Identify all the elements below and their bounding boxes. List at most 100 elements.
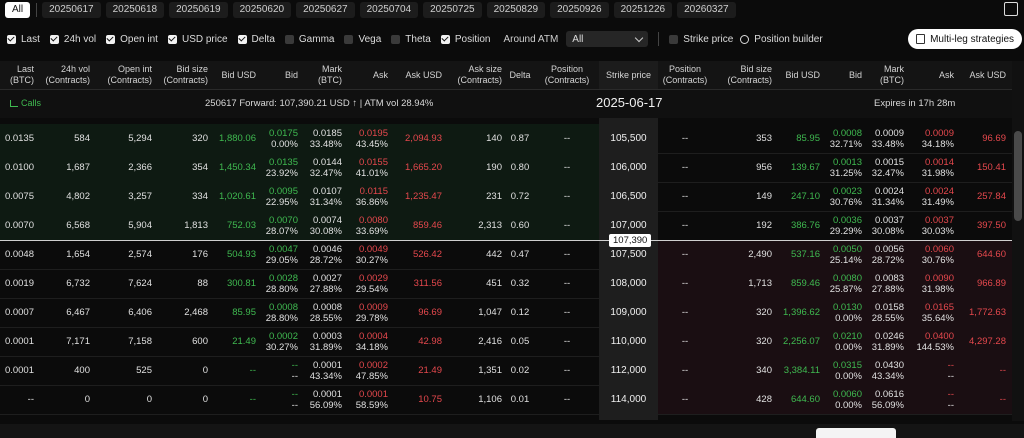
bid-usd-cell[interactable]: 1,020.61	[208, 182, 256, 211]
bid-cell[interactable]: -- --	[256, 356, 298, 385]
position-cell[interactable]: --	[538, 298, 596, 327]
open-interest-cell[interactable]: 5,904	[90, 211, 152, 240]
bid-size-cell[interactable]: 88	[152, 269, 208, 298]
column-toggle[interactable]: Delta	[237, 34, 275, 45]
bid-size-cell[interactable]: 0	[152, 356, 208, 385]
checkbox[interactable]	[106, 34, 116, 44]
ask-size-cell[interactable]: 2,313	[442, 211, 502, 240]
open-interest-cell[interactable]: 2,574	[90, 240, 152, 269]
put-ask-usd-cell[interactable]: 644.60	[954, 240, 1006, 269]
put-bid-cell[interactable]: 0.0023 30.76%	[818, 182, 862, 211]
ask-size-cell[interactable]: 451	[442, 269, 502, 298]
strike-price-cell[interactable]: 110,000	[599, 327, 658, 356]
put-bid-size-cell[interactable]: 428	[712, 385, 772, 414]
checkbox[interactable]	[344, 34, 354, 44]
put-bid-usd-cell[interactable]: 247.10	[772, 182, 820, 211]
open-interest-cell[interactable]: 5,294	[90, 124, 152, 153]
put-ask-usd-cell[interactable]: 1,772.63	[954, 298, 1006, 327]
volume-cell[interactable]: 0	[34, 385, 90, 414]
checkbox[interactable]	[284, 34, 294, 44]
put-bid-cell[interactable]: 0.0060 0.00%	[818, 385, 862, 414]
put-position-cell[interactable]: --	[658, 124, 712, 153]
open-interest-cell[interactable]: 2,366	[90, 153, 152, 182]
mark-cell[interactable]: 0.0008 28.55%	[298, 298, 342, 327]
volume-cell[interactable]: 6,568	[34, 211, 90, 240]
bid-size-cell[interactable]: 1,813	[152, 211, 208, 240]
expiry-chip[interactable]: 20250617	[42, 2, 101, 18]
mark-cell[interactable]: 0.0107 31.34%	[298, 182, 342, 211]
last-cell[interactable]: 0.0070	[0, 211, 34, 240]
position-cell[interactable]: --	[538, 153, 596, 182]
volume-cell[interactable]: 4,802	[34, 182, 90, 211]
put-bid-size-cell[interactable]: 320	[712, 298, 772, 327]
column-toggle[interactable]: USD price	[167, 34, 228, 45]
volume-cell[interactable]: 6,467	[34, 298, 90, 327]
table-row[interactable]: 0.0070 6,568 5,904 1,813 752.03 0.0070 28.07% 0…	[0, 211, 1012, 241]
put-mark-cell[interactable]: 0.0430 43.34%	[862, 356, 904, 385]
put-ask-cell[interactable]: 0.0037 30.03%	[904, 211, 954, 240]
ask-usd-cell[interactable]: 96.69	[388, 298, 442, 327]
put-mark-cell[interactable]: 0.0246 31.89%	[862, 327, 904, 356]
delta-cell[interactable]: 0.72	[502, 182, 538, 211]
put-bid-size-cell[interactable]: 320	[712, 327, 772, 356]
put-mark-cell[interactable]: 0.0083 27.88%	[862, 269, 904, 298]
expiry-chip[interactable]: 20250619	[169, 2, 228, 18]
put-bid-usd-cell[interactable]: 139.67	[772, 153, 820, 182]
position-builder-button[interactable]: Position builder	[740, 34, 823, 45]
call-column-header[interactable]: Bid USD	[208, 61, 256, 89]
table-row[interactable]: 0.0100 1,687 2,366 354 1,450.34 0.0135 23.92% 0…	[0, 153, 1012, 183]
call-column-header[interactable]: Ask	[342, 61, 388, 89]
bid-usd-cell[interactable]: 1,880.06	[208, 124, 256, 153]
ask-size-cell[interactable]: 190	[442, 153, 502, 182]
column-toggle[interactable]: Theta	[391, 34, 431, 45]
ask-cell[interactable]: 0.0049 30.27%	[342, 240, 388, 269]
put-bid-usd-cell[interactable]: 3,384.11	[772, 356, 820, 385]
put-bid-cell[interactable]: 0.0315 0.00%	[818, 356, 862, 385]
delta-cell[interactable]: 0.01	[502, 385, 538, 414]
position-cell[interactable]: --	[538, 211, 596, 240]
checkbox[interactable]	[440, 34, 450, 44]
open-interest-cell[interactable]: 7,158	[90, 327, 152, 356]
expiry-chip[interactable]: 20250725	[423, 2, 482, 18]
strike-price-cell[interactable]: 106,000	[599, 153, 658, 182]
strike-price-header[interactable]: Strike price	[599, 61, 658, 89]
put-bid-size-cell[interactable]: 2,490	[712, 240, 772, 269]
last-cell[interactable]: 0.0001	[0, 327, 34, 356]
bid-usd-cell[interactable]: 504.93	[208, 240, 256, 269]
column-toggle[interactable]: Position	[440, 34, 490, 45]
open-interest-cell[interactable]: 7,624	[90, 269, 152, 298]
bid-cell[interactable]: 0.0002 30.27%	[256, 327, 298, 356]
bid-usd-cell[interactable]: --	[208, 356, 256, 385]
checkbox[interactable]	[237, 34, 247, 44]
ask-usd-cell[interactable]: 1,235.47	[388, 182, 442, 211]
ask-size-cell[interactable]: 442	[442, 240, 502, 269]
put-position-cell[interactable]: --	[658, 298, 712, 327]
put-mark-cell[interactable]: 0.0616 56.09%	[862, 385, 904, 414]
table-row[interactable]: 0.0135 584 5,294 320 1,880.06 0.0175 0.00% 0.01…	[0, 124, 1012, 154]
put-ask-cell[interactable]: 0.0400 144.53%	[904, 327, 954, 356]
table-row[interactable]: 0.0001 7,171 7,158 600 21.49 0.0002 30.27% 0.00…	[0, 327, 1012, 357]
ask-usd-cell[interactable]: 10.75	[388, 385, 442, 414]
put-ask-cell[interactable]: 0.0024 31.49%	[904, 182, 954, 211]
ask-cell[interactable]: 0.0001 58.59%	[342, 385, 388, 414]
put-bid-size-cell[interactable]: 956	[712, 153, 772, 182]
bid-usd-cell[interactable]: 21.49	[208, 327, 256, 356]
mark-cell[interactable]: 0.0185 33.48%	[298, 124, 342, 153]
delta-cell[interactable]: 0.05	[502, 327, 538, 356]
table-row[interactable]: 0.0075 4,802 3,257 334 1,020.61 0.0095 22.95% 0…	[0, 182, 1012, 212]
ask-cell[interactable]: 0.0002 47.85%	[342, 356, 388, 385]
bid-usd-cell[interactable]: 300.81	[208, 269, 256, 298]
strike-price-cell[interactable]: 106,500	[599, 182, 658, 211]
put-bid-usd-cell[interactable]: 644.60	[772, 385, 820, 414]
put-bid-size-cell[interactable]: 149	[712, 182, 772, 211]
put-position-cell[interactable]: --	[658, 211, 712, 240]
position-cell[interactable]: --	[538, 356, 596, 385]
put-ask-cell[interactable]: -- --	[904, 356, 954, 385]
bid-cell[interactable]: 0.0028 28.80%	[256, 269, 298, 298]
put-bid-cell[interactable]: 0.0130 0.00%	[818, 298, 862, 327]
delta-cell[interactable]: 0.47	[502, 240, 538, 269]
ask-usd-cell[interactable]: 311.56	[388, 269, 442, 298]
bid-usd-cell[interactable]: 752.03	[208, 211, 256, 240]
expiry-chip[interactable]: 20250829	[486, 2, 546, 18]
put-ask-usd-cell[interactable]: 397.50	[954, 211, 1006, 240]
